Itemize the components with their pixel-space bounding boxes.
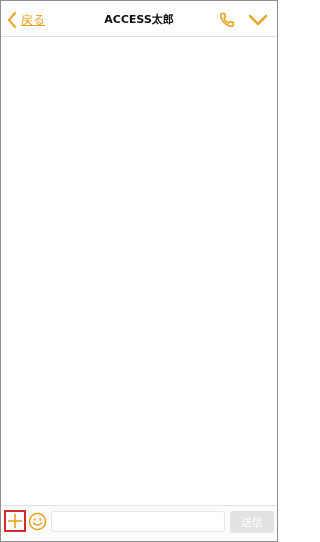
message-input[interactable] — [51, 511, 225, 532]
menu-toggle-button[interactable] — [247, 11, 269, 29]
back-label: 戻る — [21, 13, 46, 27]
add-attachment-button[interactable] — [4, 510, 26, 532]
contact-name: ACCESS太郎 — [104, 13, 174, 26]
chevron-left-icon — [7, 12, 17, 28]
chat-screen: 戻る ACCESS太郎 送信 — [0, 0, 278, 542]
emoji-button[interactable] — [28, 512, 47, 531]
phone-icon — [218, 12, 236, 33]
call-button[interactable] — [218, 11, 236, 29]
message-composer: 送信 — [1, 505, 277, 541]
chat-header: 戻る ACCESS太郎 — [1, 1, 277, 37]
send-button[interactable]: 送信 — [230, 511, 274, 533]
smiley-icon — [28, 512, 47, 535]
chevron-down-icon — [247, 14, 269, 33]
back-button[interactable]: 戻る — [7, 10, 45, 30]
plus-icon — [6, 514, 24, 534]
message-list[interactable] — [1, 37, 277, 505]
